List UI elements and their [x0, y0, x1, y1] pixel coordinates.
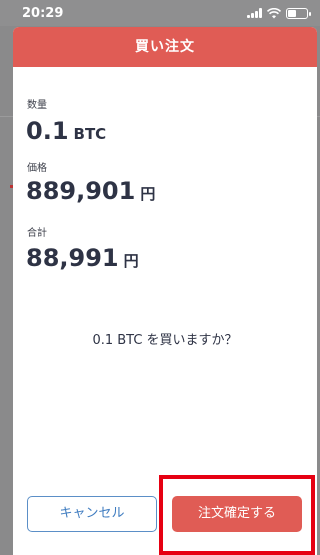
total-label: 合計 [27, 228, 47, 239]
cancel-button[interactable]: キャンセル [27, 496, 157, 532]
battery-icon [286, 7, 311, 19]
quantity-unit: BTC [73, 125, 107, 143]
buy-order-dialog: 買い注文 数量 0.1 BTC 価格 889,901 円 合計 88,991 円 0.… [13, 27, 317, 555]
total-value: 88,991 [26, 244, 119, 272]
quantity-value: 0.1 [26, 117, 69, 145]
wifi-icon [267, 7, 281, 18]
price-label: 価格 [27, 163, 47, 174]
total-value-row: 88,991 円 [26, 244, 139, 272]
dialog-title: 買い注文 [13, 27, 317, 67]
status-icons [247, 7, 311, 19]
status-bar: 20:29 [0, 0, 320, 26]
price-unit: 円 [140, 185, 156, 203]
total-unit: 円 [123, 252, 139, 270]
confirm-message: 0.1 BTC を買いますか？ [92, 333, 238, 348]
cellular-signal-icon [247, 8, 262, 18]
price-value: 889,901 [26, 177, 136, 205]
confirm-order-button[interactable]: 注文確定する [172, 496, 302, 532]
price-value-row: 889,901 円 [26, 177, 155, 205]
quantity-label: 数量 [27, 100, 47, 111]
quantity-value-row: 0.1 BTC [26, 117, 106, 145]
status-time: 20:29 [22, 6, 64, 21]
